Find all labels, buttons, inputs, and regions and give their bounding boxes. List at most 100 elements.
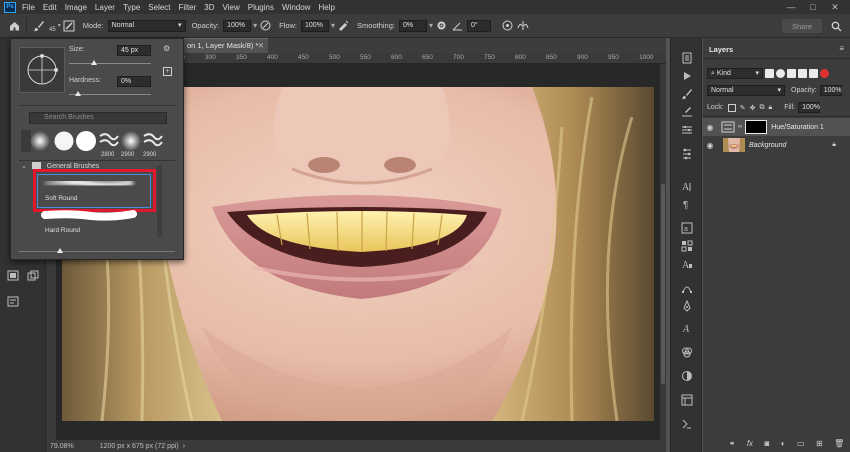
brush-settings-icon[interactable]	[679, 106, 695, 120]
clone-source-icon[interactable]	[679, 124, 695, 138]
channels-icon[interactable]	[679, 346, 695, 360]
pressure-opacity-icon[interactable]	[257, 18, 273, 34]
home-icon[interactable]	[6, 18, 22, 34]
menu-edit[interactable]: Edit	[43, 3, 57, 12]
screen-mode-icon[interactable]	[6, 270, 20, 284]
smoothing-input[interactable]: 0%	[398, 19, 427, 32]
zoom-level[interactable]: 79.08%	[50, 443, 74, 450]
brushes-panel-icon[interactable]	[679, 88, 695, 102]
maximize-icon[interactable]: □	[802, 0, 824, 14]
eye-icon[interactable]: ◉	[703, 141, 717, 150]
pressure-size-icon[interactable]	[499, 18, 515, 34]
document-tab[interactable]: on 1, Layer Mask/8) * ✕	[183, 38, 268, 53]
size-input[interactable]: 45 px	[117, 45, 151, 56]
new-layer-icon[interactable]: ⊞	[816, 439, 823, 448]
hardness-slider-track[interactable]	[69, 94, 151, 95]
menu-help[interactable]: Help	[318, 3, 334, 12]
trash-icon[interactable]: 🗑︎	[834, 439, 844, 448]
lock-pixels-icon[interactable]: ✎	[740, 104, 746, 112]
panel-menu-icon[interactable]: ≡	[839, 44, 844, 53]
menu-view[interactable]: View	[223, 3, 240, 12]
menu-plugins[interactable]: Plugins	[248, 3, 274, 12]
angle-icon[interactable]	[449, 18, 465, 34]
hardness-input[interactable]: 0%	[117, 76, 151, 87]
lock-position-icon[interactable]: ✥	[750, 104, 756, 112]
link-icon[interactable]: ∞	[738, 124, 742, 130]
new-preset-icon[interactable]: +	[163, 67, 172, 76]
fill-input[interactable]: 100%	[798, 102, 821, 113]
size-slider-track[interactable]	[69, 63, 151, 64]
info-icon[interactable]	[679, 418, 695, 432]
eye-icon[interactable]: ◉	[703, 123, 717, 132]
fx-icon[interactable]: fx	[747, 439, 753, 448]
layer-name[interactable]: Background	[749, 142, 786, 149]
hardness-slider-knob[interactable]	[75, 91, 81, 96]
character-icon[interactable]: A	[679, 180, 695, 194]
menu-select[interactable]: Select	[148, 3, 170, 12]
new-group-icon[interactable]: ▭	[797, 439, 805, 448]
menu-window[interactable]: Window	[282, 3, 310, 12]
layer-comps-icon[interactable]	[679, 394, 695, 408]
brush-settings-panel-icon[interactable]	[61, 18, 77, 34]
document-info[interactable]: 1200 px x 675 px (72 ppi)	[100, 443, 179, 450]
brush-list-scrollbar[interactable]	[157, 165, 162, 237]
brush-angle-preview[interactable]	[19, 47, 65, 93]
scrollbar-thumb[interactable]	[661, 184, 665, 384]
share-button[interactable]: Share	[782, 19, 822, 33]
paragraph-icon[interactable]: ¶	[679, 198, 695, 212]
search-brushes-input[interactable]: Search Brushes	[29, 112, 167, 124]
swatches-icon[interactable]	[679, 240, 695, 254]
opacity-input[interactable]: 100%	[223, 19, 252, 32]
layer-thumbnail[interactable]	[723, 138, 745, 152]
filter-pixel-icon[interactable]	[765, 69, 774, 78]
link-layers-icon[interactable]: ⚭	[729, 439, 736, 448]
layer-row-background[interactable]: ◉ Background 🔒︎	[703, 136, 850, 154]
filter-toggle-icon[interactable]	[820, 69, 829, 78]
layer-name[interactable]: Hue/Saturation 1	[771, 124, 824, 131]
paths-icon[interactable]	[679, 282, 695, 296]
chevron-right-icon[interactable]: ›	[183, 443, 185, 450]
filter-shape-icon[interactable]	[798, 69, 807, 78]
gear-icon[interactable]: ⚙	[163, 44, 170, 53]
lock-artboard-icon[interactable]: ⧉	[759, 104, 764, 112]
brush-tip-soft-2[interactable]	[120, 130, 142, 152]
layer-row-hue-saturation[interactable]: ◉ ∞ Hue/Saturation 1	[703, 118, 850, 136]
actions-play-icon[interactable]	[679, 70, 695, 84]
layer-mask-thumbnail[interactable]	[745, 120, 768, 134]
brush-tip-texture-2[interactable]	[142, 130, 164, 152]
mode-select[interactable]: Normal ▾	[107, 19, 186, 32]
flow-input[interactable]: 100%	[301, 19, 330, 32]
angle-input[interactable]: 0°	[467, 19, 491, 32]
add-mask-icon[interactable]: ◙	[764, 439, 769, 448]
brush-tool-icon[interactable]	[31, 18, 47, 34]
filter-smart-object-icon[interactable]	[809, 69, 818, 78]
brush-tip-texture-1[interactable]	[98, 130, 120, 152]
brush-tip-soft[interactable]	[29, 130, 51, 152]
menu-file[interactable]: File	[22, 3, 35, 12]
properties-icon[interactable]	[679, 370, 695, 384]
layer-opacity-input[interactable]: 100%	[819, 85, 842, 96]
new-adjustment-icon[interactable]: ◐	[781, 439, 786, 448]
gear-icon[interactable]	[433, 18, 449, 34]
brush-preset-size[interactable]: 45	[49, 27, 56, 33]
minimize-icon[interactable]: —	[780, 0, 802, 14]
menu-layer[interactable]: Layer	[95, 3, 115, 12]
artboard-icon[interactable]	[26, 270, 40, 284]
lock-all-icon[interactable]: 🔒︎	[768, 104, 772, 112]
pen-settings-icon[interactable]	[679, 299, 695, 314]
size-slider-knob[interactable]	[90, 60, 97, 65]
brush-tip-hard[interactable]	[53, 130, 75, 152]
filter-adjustment-icon[interactable]	[776, 69, 785, 78]
glyphs-icon[interactable]: a	[679, 222, 695, 236]
brush-tip-hard-large[interactable]	[75, 130, 97, 152]
close-window-icon[interactable]: ✕	[824, 0, 846, 14]
adjustments-icon[interactable]	[679, 148, 695, 162]
airbrush-icon[interactable]	[335, 18, 351, 34]
vertical-scrollbar[interactable]	[660, 64, 666, 440]
preview-size-slider[interactable]	[19, 251, 175, 252]
search-icon[interactable]	[828, 18, 844, 34]
edit-toolbar-icon[interactable]	[6, 296, 20, 310]
blend-mode-select[interactable]: Normal ▾	[707, 85, 785, 96]
symmetry-icon[interactable]	[515, 18, 531, 34]
timeline-icon[interactable]: A	[679, 322, 695, 336]
